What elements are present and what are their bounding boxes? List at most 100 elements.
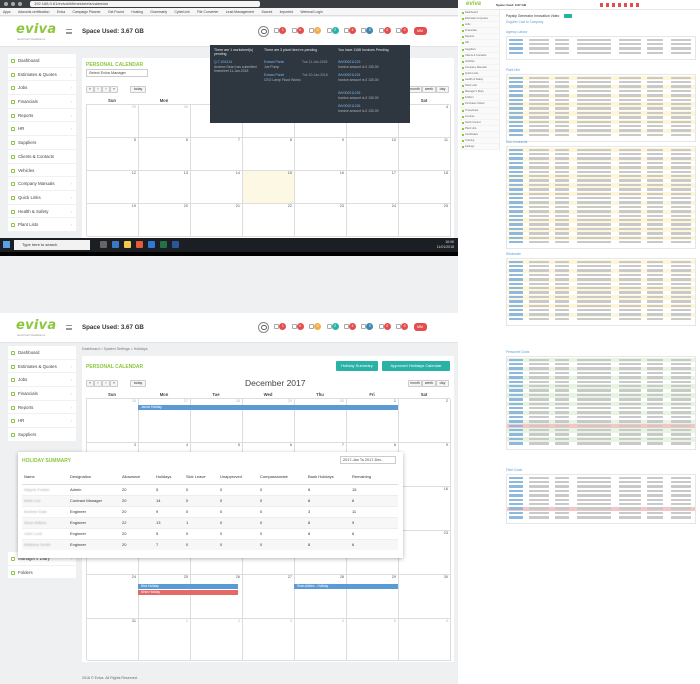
reload-icon[interactable]: [18, 2, 22, 6]
calendar-day-cell[interactable]: 11: [399, 138, 451, 171]
calendar-day-cell[interactable]: 31: [87, 619, 139, 661]
calendar-day-cell[interactable]: 23: [295, 204, 347, 237]
sidebar-item-company-manuals[interactable]: Company Manuals ›: [8, 177, 76, 191]
table-cell[interactable]: [509, 124, 523, 128]
table-cell[interactable]: [509, 116, 523, 119]
table-cell[interactable]: [509, 129, 523, 132]
invoice-link[interactable]: INV000011226: [338, 104, 360, 108]
notification-icon[interactable]: 0: [378, 321, 393, 333]
worksheet-link[interactable]: Q-T-001314: [214, 60, 232, 64]
table-cell[interactable]: [509, 174, 523, 178]
calendar-day-cell[interactable]: 14: [191, 171, 243, 204]
notification-icon[interactable]: 1: [274, 25, 288, 37]
table-cell[interactable]: [509, 494, 523, 497]
calendar-day-cell[interactable]: 9: [295, 138, 347, 171]
notification-icon[interactable]: 4: [343, 25, 358, 37]
calendar-day-cell[interactable]: 16: [399, 487, 451, 531]
calendar-day-cell[interactable]: 22: [243, 204, 295, 237]
calendar-day-cell[interactable]: 6: [399, 619, 451, 661]
calendar-day-cell[interactable]: 4: [295, 619, 347, 661]
sidebar-item[interactable]: Settings: [460, 144, 499, 151]
calendar-day-cell[interactable]: 2: [399, 399, 451, 443]
prev-button[interactable]: ‹: [94, 380, 102, 387]
table-cell[interactable]: [509, 300, 523, 303]
approved-holidays-button[interactable]: Approved Holidays Calendar: [382, 361, 450, 371]
calendar-day-cell[interactable]: 20: [139, 204, 191, 237]
search-icon[interactable]: [258, 25, 269, 37]
today-button[interactable]: today: [130, 86, 146, 93]
sidebar-item-plant-lists[interactable]: Plant Lists ›: [8, 218, 76, 232]
table-cell[interactable]: [509, 411, 523, 414]
calendar-event[interactable]: Sean Holiday: [138, 590, 238, 595]
edit-button[interactable]: [564, 14, 572, 18]
user-avatar[interactable]: MM: [413, 27, 427, 35]
forward-icon[interactable]: [11, 2, 15, 6]
table-cell[interactable]: [509, 196, 523, 200]
sidebar-item-jobs[interactable]: Jobs ›: [8, 373, 76, 388]
table-cell[interactable]: [509, 507, 523, 510]
table-cell[interactable]: [509, 498, 523, 501]
calendar-day-cell[interactable]: 18: [399, 171, 451, 204]
bookmark[interactable]: Lead Management: [223, 8, 257, 15]
table-cell[interactable]: [509, 38, 523, 41]
sidebar-item-dashboard[interactable]: Dashboard: [8, 54, 76, 68]
table-cell[interactable]: [509, 264, 523, 268]
table-cell[interactable]: [509, 260, 523, 263]
calendar-day-cell[interactable]: 5: [347, 619, 399, 661]
table-cell[interactable]: [509, 393, 523, 397]
table-cell[interactable]: [509, 51, 523, 55]
table-cell[interactable]: [509, 205, 523, 209]
table-cell[interactable]: [509, 201, 523, 204]
calendar-day-cell[interactable]: 8: [243, 138, 295, 171]
table-cell[interactable]: [509, 214, 523, 217]
sidebar-item-dashboard[interactable]: Dashboard: [8, 346, 76, 360]
table-cell[interactable]: [509, 166, 523, 169]
table-cell[interactable]: [509, 133, 523, 137]
user-avatar[interactable]: MM: [413, 323, 427, 331]
table-cell[interactable]: [509, 489, 523, 493]
today-button[interactable]: today: [130, 380, 146, 387]
table-cell[interactable]: [509, 420, 523, 423]
table-cell[interactable]: [509, 358, 523, 361]
notification-icon[interactable]: 0: [378, 25, 393, 37]
table-cell[interactable]: [509, 148, 523, 151]
sidebar-item-folders[interactable]: Folders: [8, 566, 76, 580]
table-cell[interactable]: [509, 480, 523, 484]
table-cell[interactable]: [509, 380, 523, 383]
week-view-button[interactable]: week: [422, 86, 436, 93]
table-cell[interactable]: [509, 502, 523, 506]
taskbar-search[interactable]: Type here to search: [14, 240, 90, 250]
address-bar[interactable]: 192.168.0.61/eviva/#/timesheets/calendar: [30, 1, 260, 7]
sidebar-item-clients[interactable]: Clients & Contacts: [8, 150, 76, 164]
day-view-button[interactable]: day: [436, 86, 449, 93]
table-cell[interactable]: [509, 98, 523, 101]
table-cell[interactable]: [509, 406, 523, 410]
calendar-day-cell[interactable]: 27: [243, 575, 295, 619]
bookmark[interactable]: File Converter: [194, 8, 221, 15]
date-range-select[interactable]: 2017-Jan To 2017-Dec: [340, 456, 396, 464]
calendar-day-cell[interactable]: 25: [399, 204, 451, 237]
sidebar-item-reports[interactable]: Reports ›: [8, 109, 76, 123]
table-cell[interactable]: [509, 433, 523, 436]
plant-hire-link[interactable]: Extract Panel: [264, 73, 284, 77]
sidebar-item-suppliers[interactable]: Suppliers: [8, 136, 76, 150]
table-cell[interactable]: [509, 179, 523, 182]
bookmark[interactable]: Imported: [277, 8, 296, 15]
table-cell[interactable]: [509, 210, 523, 213]
table-cell[interactable]: [509, 152, 523, 156]
calendar-day-cell[interactable]: 28: [295, 575, 347, 619]
last-button[interactable]: »: [110, 86, 118, 93]
table-cell[interactable]: [509, 188, 523, 191]
calendar-day-cell[interactable]: 23: [399, 531, 451, 575]
table-cell[interactable]: [509, 428, 523, 432]
table-cell[interactable]: [509, 442, 523, 445]
table-cell[interactable]: [509, 85, 523, 88]
table-cell[interactable]: [509, 317, 523, 321]
month-view-button[interactable]: month: [408, 86, 422, 93]
table-cell[interactable]: [509, 223, 523, 226]
calendar-day-cell[interactable]: 2: [191, 619, 243, 661]
table-cell[interactable]: [509, 269, 523, 272]
table-cell[interactable]: [509, 42, 523, 46]
invoice-link[interactable]: INV000011225: [338, 91, 360, 95]
table-cell[interactable]: [509, 227, 523, 231]
